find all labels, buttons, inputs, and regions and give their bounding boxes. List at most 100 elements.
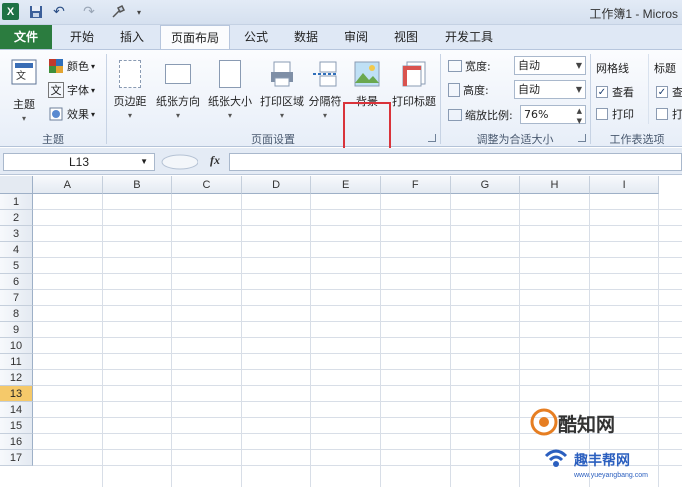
row-header-14[interactable]: 14 (0, 402, 33, 418)
breaks-button[interactable]: 分隔符 ▾ (306, 56, 344, 122)
grid-row-line (33, 289, 682, 290)
tab-data[interactable]: 数据 (284, 25, 328, 49)
scale-icon (448, 109, 462, 121)
undo-icon[interactable]: ↶ (48, 3, 70, 21)
column-header-h[interactable]: H (520, 176, 590, 194)
grid-row-line (33, 337, 682, 338)
row-header-12[interactable]: 12 (0, 370, 33, 386)
row-header-2[interactable]: 2 (0, 210, 33, 226)
row-header-15[interactable]: 15 (0, 418, 33, 434)
scale-label-row: 缩放比例: (448, 105, 513, 125)
column-header-i[interactable]: I (589, 176, 660, 194)
effects-button[interactable]: 效果 ▾ (48, 104, 95, 124)
print-titles-button[interactable]: 打印标题 (390, 56, 438, 122)
tab-formulas[interactable]: 公式 (234, 25, 278, 49)
row-header-8[interactable]: 8 (0, 306, 33, 322)
customize-tool-icon[interactable] (108, 3, 130, 21)
row-header-9[interactable]: 9 (0, 322, 33, 338)
print-titles-label: 打印标题 (392, 95, 436, 108)
tab-page-layout[interactable]: 页面布局 (160, 25, 230, 50)
themes-button[interactable]: 文 主题 ▾ (4, 56, 44, 123)
row-header-10[interactable]: 10 (0, 338, 33, 354)
breaks-dropdown-icon: ▾ (322, 111, 327, 120)
watermark-url: www.yueyangbang.com (574, 472, 648, 479)
page-setup-launcher-icon[interactable] (428, 134, 436, 142)
row-header-13[interactable]: 13 (0, 386, 33, 402)
tab-home[interactable]: 开始 (58, 25, 106, 49)
gridlines-view-checkbox[interactable]: ✓ (596, 86, 608, 98)
row-header-5[interactable]: 5 (0, 258, 33, 274)
headings-view-option[interactable]: ✓ 查 (656, 82, 682, 102)
tab-developer[interactable]: 开发工具 (436, 25, 502, 49)
column-header-g[interactable]: G (450, 176, 521, 194)
group-separator (590, 54, 591, 144)
column-header-c[interactable]: C (172, 176, 242, 194)
size-dropdown-icon: ▾ (227, 111, 232, 120)
colors-button[interactable]: 颜色 ▾ (48, 56, 95, 76)
title-bar: X ↶ ↷ ▾ 工作簿1 - Micros (0, 0, 682, 25)
width-label-row: 宽度: (448, 56, 491, 76)
name-box-dropdown-icon[interactable]: ▼ (140, 154, 148, 170)
column-header-e[interactable]: E (311, 176, 381, 194)
fonts-icon: 文 (48, 82, 64, 98)
headings-view-checkbox[interactable]: ✓ (656, 86, 668, 98)
column-header-f[interactable]: F (381, 176, 451, 194)
svg-text:文: 文 (16, 69, 26, 82)
window-title: 工作簿1 - Micros (589, 7, 678, 21)
fonts-button[interactable]: 文 字体 ▾ (48, 80, 95, 100)
tab-review[interactable]: 审阅 (334, 25, 378, 49)
scale-launcher-icon[interactable] (578, 134, 586, 142)
row-header-7[interactable]: 7 (0, 290, 33, 306)
option-divider (648, 54, 649, 124)
row-header-3[interactable]: 3 (0, 226, 33, 242)
themes-group-label: 主题 (42, 133, 64, 146)
save-icon[interactable] (28, 3, 44, 21)
row-header-6[interactable]: 6 (0, 274, 33, 290)
colors-icon (48, 58, 64, 74)
margins-button[interactable]: 页边距 ▾ (110, 56, 150, 122)
excel-logo-icon[interactable]: X (2, 3, 19, 20)
quick-access-dropdown-icon[interactable]: ▾ (134, 3, 144, 21)
grid-row-line (33, 353, 682, 354)
formula-input[interactable] (229, 153, 682, 171)
sheet-options-group-label: 工作表选项 (609, 133, 665, 146)
size-button[interactable]: 纸张大小 ▾ (204, 56, 256, 122)
print-area-button[interactable]: 打印区域 ▾ (256, 56, 308, 122)
height-label-row: 高度: (448, 80, 489, 100)
name-box-value: L13 (68, 155, 90, 169)
gridlines-print-label: 打印 (612, 108, 634, 121)
gridlines-view-option[interactable]: ✓ 查看 (596, 82, 634, 102)
column-header-b[interactable]: B (102, 176, 173, 194)
headings-title: 标题 (654, 62, 676, 75)
margins-icon (116, 58, 144, 90)
gridlines-print-option[interactable]: 打印 (596, 104, 634, 124)
redo-icon[interactable]: ↷ (78, 3, 100, 21)
column-header-d[interactable]: D (241, 176, 312, 194)
scale-spinner[interactable]: 76% ▲ ▼ (520, 105, 586, 125)
row-header-4[interactable]: 4 (0, 242, 33, 258)
height-select[interactable]: 自动 ▼ (514, 80, 586, 99)
name-box[interactable]: L13 ▼ (3, 153, 155, 171)
width-value: 自动 (518, 59, 540, 72)
column-header-a[interactable]: A (33, 176, 103, 194)
tab-insert[interactable]: 插入 (108, 25, 156, 49)
select-all-corner[interactable] (0, 176, 33, 194)
row-header-1[interactable]: 1 (0, 194, 33, 210)
row-header-16[interactable]: 16 (0, 434, 33, 450)
row-header-17[interactable]: 17 (0, 450, 33, 466)
tab-file[interactable]: 文件 (0, 25, 52, 49)
scale-group-label: 调整为合适大小 (476, 133, 554, 146)
print-area-dropdown-icon: ▾ (279, 111, 284, 120)
themes-icon: 文 (10, 58, 38, 86)
headings-print-checkbox[interactable] (656, 108, 668, 120)
effects-icon (48, 106, 64, 122)
grid-column-line (101, 194, 103, 487)
row-header-11[interactable]: 11 (0, 354, 33, 370)
tab-view[interactable]: 视图 (384, 25, 428, 49)
scale-down-icon[interactable]: ▼ (577, 113, 582, 130)
gridlines-print-checkbox[interactable] (596, 108, 608, 120)
headings-print-option[interactable]: 打 (656, 104, 682, 124)
orientation-button[interactable]: 纸张方向 ▾ (152, 56, 204, 122)
width-select[interactable]: 自动 ▼ (514, 56, 586, 75)
insert-function-icon[interactable]: fx (210, 153, 220, 168)
